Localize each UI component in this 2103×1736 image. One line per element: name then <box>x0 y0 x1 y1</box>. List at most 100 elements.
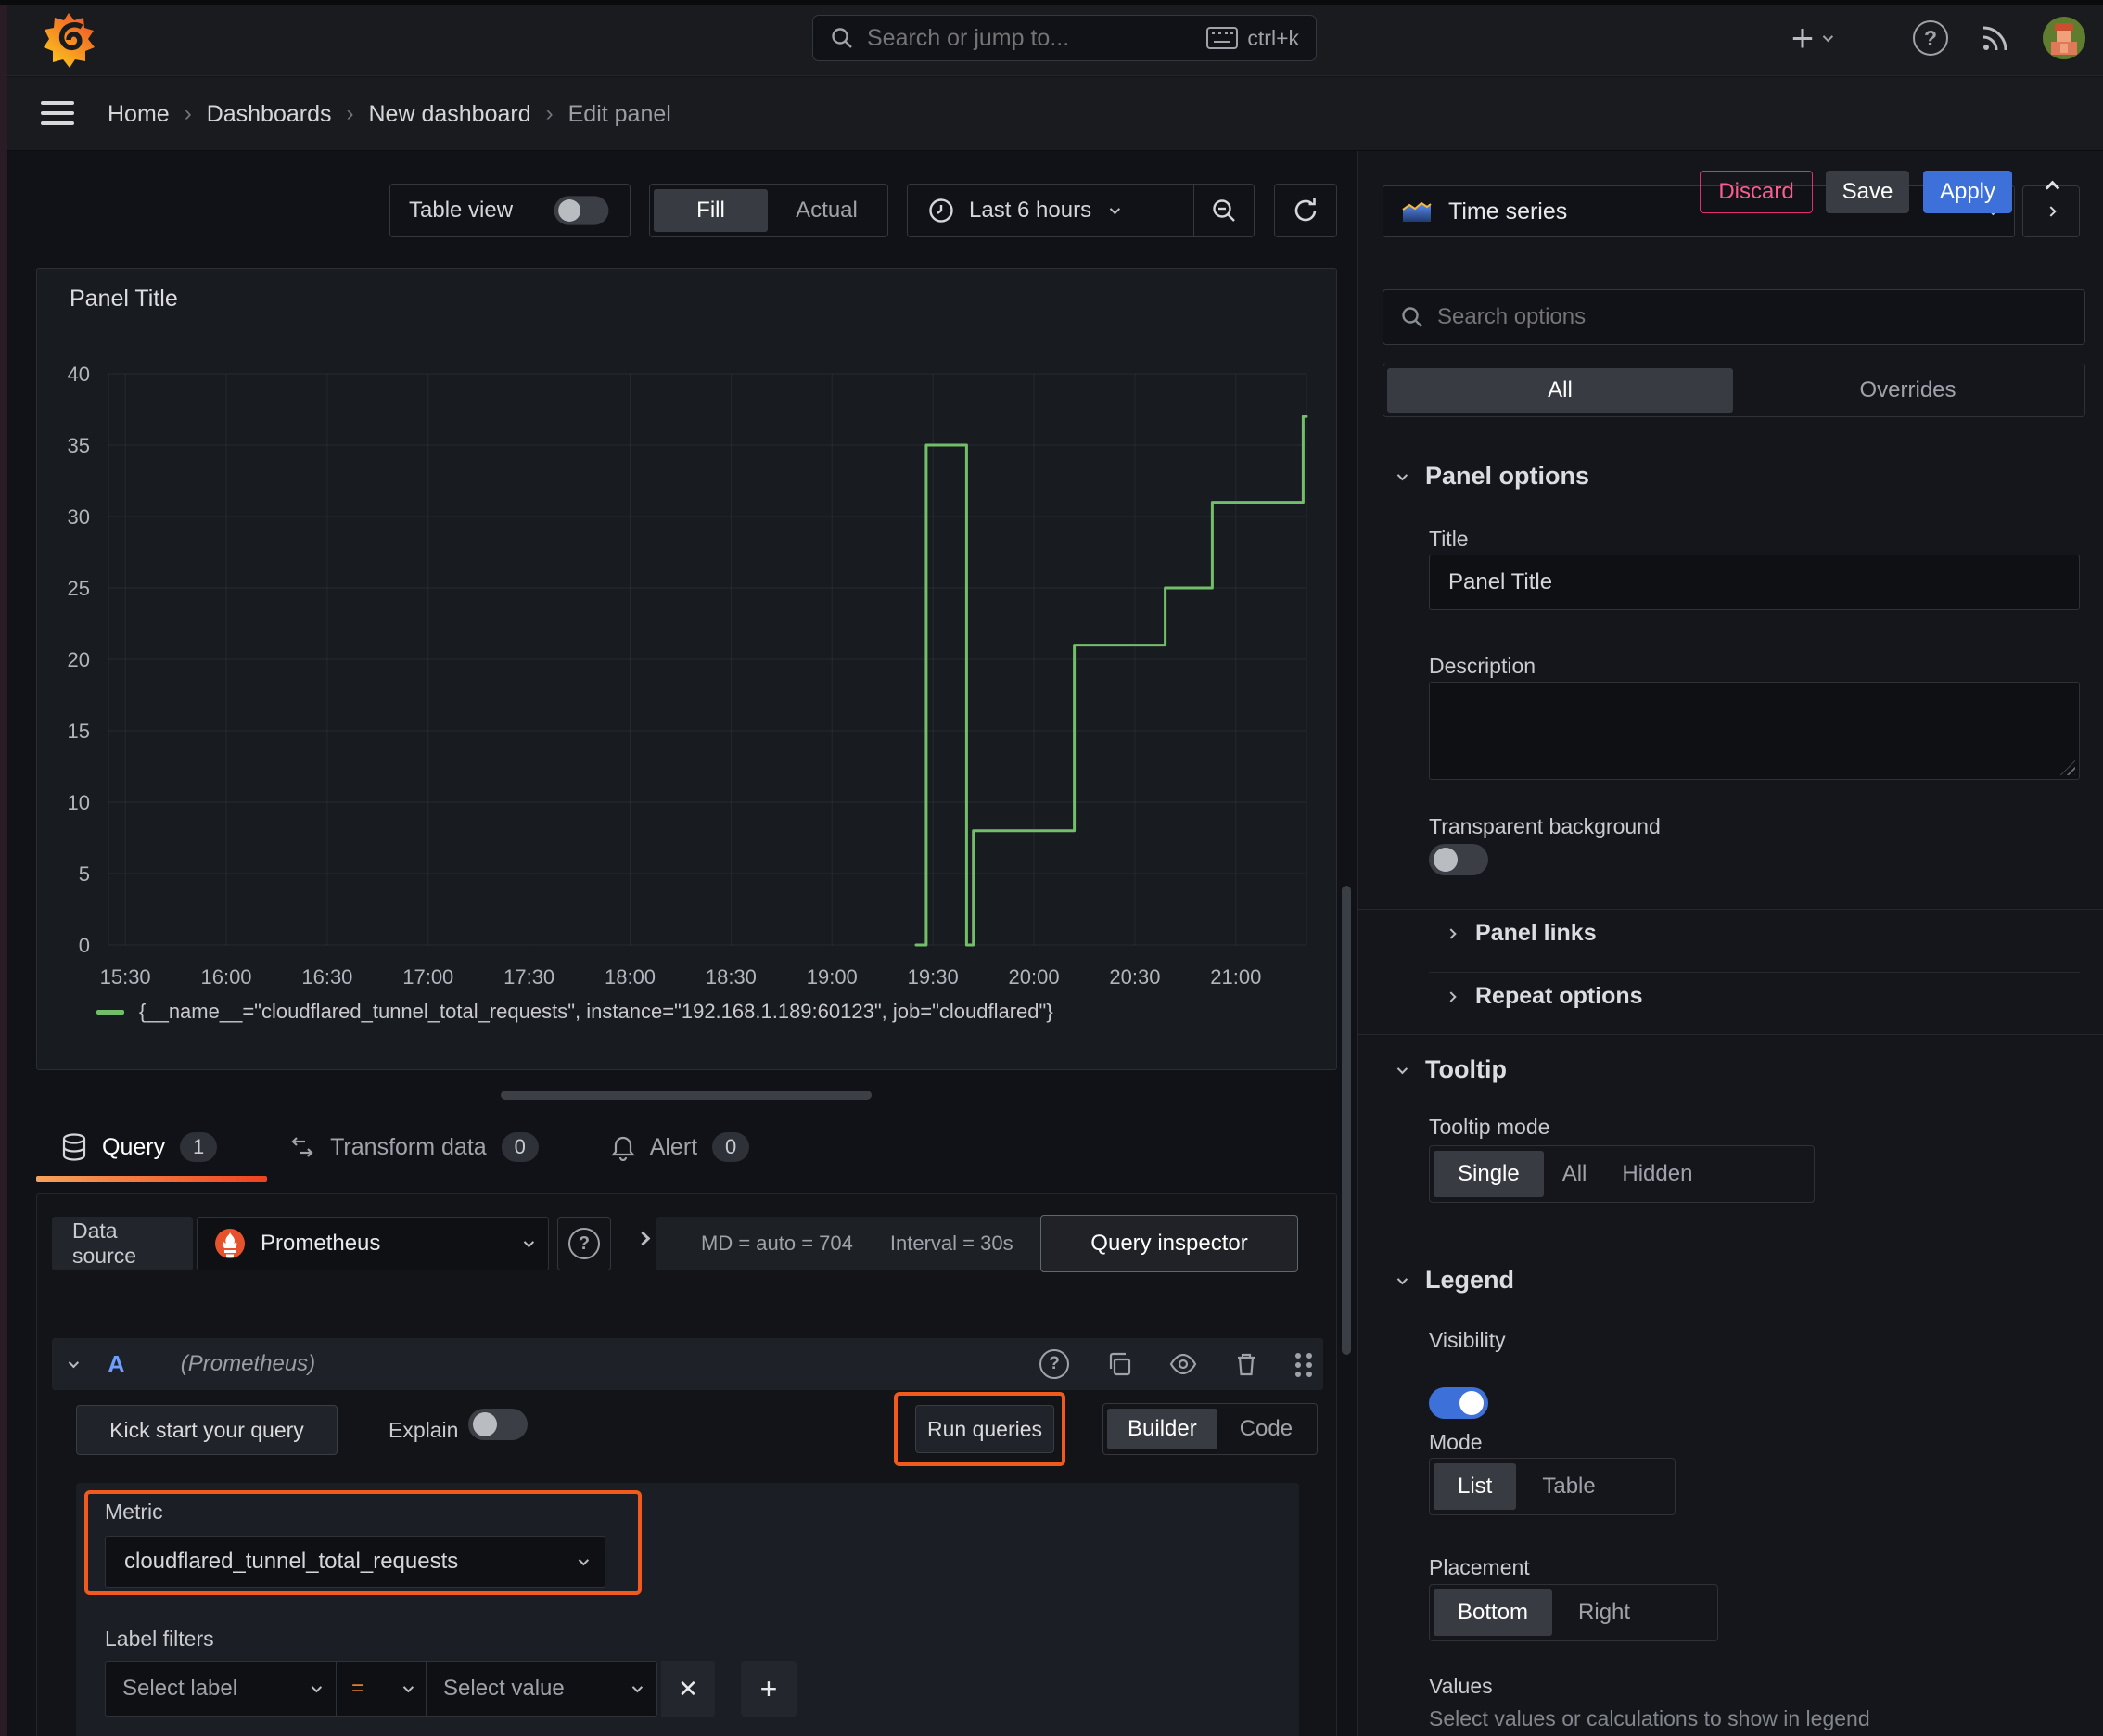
tab-transform-data[interactable]: Transform data 0 <box>289 1132 539 1162</box>
query-options-summary[interactable]: MD = auto = 704 Interval = 30s <box>656 1217 1064 1270</box>
tooltip-mode-all[interactable]: All <box>1546 1151 1604 1197</box>
chevron-down-icon <box>402 1681 414 1693</box>
global-search[interactable]: ctrl+k <box>812 15 1317 61</box>
options-search-input[interactable] <box>1437 304 2068 330</box>
tooltip-mode-single[interactable]: Single <box>1434 1151 1544 1197</box>
collapse-query-icon[interactable] <box>68 1357 80 1369</box>
time-series-chart[interactable]: 0 5 10 15 20 25 30 35 40 15:30 16:00 16:30 17:00 17:3… <box>37 269 1338 992</box>
chevron-down-icon <box>1396 469 1408 480</box>
grafana-logo[interactable] <box>41 11 96 69</box>
delete-query-icon[interactable] <box>1234 1351 1258 1377</box>
remove-filter-button[interactable]: ✕ <box>661 1661 715 1717</box>
svg-text:18:00: 18:00 <box>605 965 656 989</box>
label-filter-row: Select label = Select value ✕ + <box>105 1661 797 1717</box>
chevron-down-icon <box>631 1681 644 1693</box>
tab-alert[interactable]: Alert 0 <box>610 1132 750 1162</box>
chevron-right-icon <box>1446 927 1457 939</box>
builder-option[interactable]: Builder <box>1107 1409 1217 1449</box>
code-option[interactable]: Code <box>1219 1409 1313 1449</box>
table-view-label: Table view <box>409 198 514 223</box>
transparent-bg-toggle[interactable] <box>1429 844 1488 875</box>
placement-bottom[interactable]: Bottom <box>1434 1589 1553 1636</box>
svg-text:19:00: 19:00 <box>807 965 858 989</box>
panel-links-header[interactable]: Panel links <box>1446 920 1597 947</box>
top-nav-bar: ctrl+k + ? <box>0 0 2103 76</box>
query-help-icon[interactable]: ? <box>1039 1349 1069 1379</box>
discard-button[interactable]: Discard <box>1700 171 1813 213</box>
add-filter-button[interactable]: + <box>741 1661 797 1717</box>
panel-options-header[interactable]: Panel options <box>1396 462 1589 491</box>
placement-right[interactable]: Right <box>1554 1589 1654 1636</box>
datasource-help-button[interactable]: ? <box>557 1217 611 1270</box>
run-queries-button[interactable]: Run queries <box>915 1405 1054 1453</box>
collapse-up-icon[interactable] <box>2045 180 2060 198</box>
help-button[interactable]: ? <box>1906 0 1955 76</box>
metric-select[interactable]: cloudflared_tunnel_total_requests <box>105 1536 605 1588</box>
query-editor: Data source Prometheus ? MD = auto = 704… <box>36 1194 1337 1736</box>
options-sidebar: Time series All Overrides Panel options … <box>1357 148 2103 1736</box>
tab-query[interactable]: Query 1 <box>61 1132 218 1162</box>
query-row-header[interactable]: A (Prometheus) ? <box>52 1338 1323 1390</box>
save-button[interactable]: Save <box>1826 171 1909 213</box>
operator-dropdown[interactable]: = <box>337 1661 426 1717</box>
breadcrumb-home[interactable]: Home <box>108 101 170 128</box>
pane-resize-handle[interactable] <box>501 1091 872 1100</box>
breadcrumb-new-dashboard[interactable]: New dashboard <box>369 101 531 128</box>
hide-query-icon[interactable] <box>1169 1354 1197 1374</box>
query-inspector-button[interactable]: Query inspector <box>1040 1215 1298 1272</box>
legend-mode-table[interactable]: Table <box>1518 1463 1619 1510</box>
select-label-dropdown[interactable]: Select label <box>105 1661 337 1717</box>
svg-text:21:00: 21:00 <box>1210 965 1261 989</box>
clock-icon <box>928 198 954 223</box>
tab-all[interactable]: All <box>1387 368 1733 413</box>
legend-header[interactable]: Legend <box>1396 1266 1514 1295</box>
options-search[interactable] <box>1383 289 2085 345</box>
legend-mode-list[interactable]: List <box>1434 1463 1517 1510</box>
panel-title: Panel Title <box>70 286 178 312</box>
fill-option[interactable]: Fill <box>654 189 768 232</box>
actual-option[interactable]: Actual <box>770 189 884 232</box>
svg-text:15: 15 <box>68 720 90 743</box>
chevron-down-icon <box>1109 203 1121 215</box>
chevron-right-icon <box>1446 990 1457 1002</box>
visibility-toggle[interactable] <box>1429 1387 1488 1419</box>
svg-text:40: 40 <box>68 363 90 386</box>
explain-toggle[interactable] <box>468 1409 528 1440</box>
news-icon[interactable] <box>1971 0 2020 76</box>
refresh-button[interactable] <box>1274 184 1337 237</box>
datasource-picker[interactable]: Prometheus <box>197 1217 549 1270</box>
time-range-picker[interactable]: Last 6 hours <box>908 185 1193 236</box>
tooltip-mode-hidden[interactable]: Hidden <box>1605 1151 1709 1197</box>
table-view-toggle[interactable] <box>554 196 609 225</box>
repeat-options-header[interactable]: Repeat options <box>1446 983 1643 1010</box>
tooltip-title: Tooltip <box>1425 1055 1507 1083</box>
add-button[interactable]: + <box>1778 0 1843 76</box>
tab-overrides[interactable]: Overrides <box>1735 368 2081 413</box>
avatar[interactable] <box>2038 0 2090 76</box>
select-value-dropdown[interactable]: Select value <box>426 1661 657 1717</box>
svg-text:15:30: 15:30 <box>100 965 151 989</box>
tooltip-header[interactable]: Tooltip <box>1396 1055 1507 1084</box>
visualization-picker[interactable]: Time series <box>1383 185 2015 237</box>
search-input[interactable] <box>867 24 1194 52</box>
panel-title-input[interactable] <box>1429 555 2080 610</box>
kickstart-button[interactable]: Kick start your query <box>76 1405 338 1455</box>
svg-text:16:30: 16:30 <box>301 965 352 989</box>
resize-corner-icon[interactable] <box>2060 760 2075 775</box>
description-textarea[interactable] <box>1429 682 2080 780</box>
chart-legend[interactable]: {__name__="cloudflared_tunnel_total_requ… <box>96 1000 1053 1024</box>
chart-panel[interactable]: Panel Title 0 5 10 15 20 25 30 35 40 15:30 16:00 16… <box>36 268 1337 1070</box>
drag-handle-icon[interactable] <box>1295 1353 1301 1359</box>
options-expand-icon[interactable] <box>635 1231 651 1248</box>
scrollbar-thumb[interactable] <box>1342 886 1351 1355</box>
legend-series-name[interactable]: {__name__="cloudflared_tunnel_total_requ… <box>139 1000 1053 1024</box>
zoom-out-button[interactable] <box>1194 185 1254 236</box>
time-range-group: Last 6 hours <box>907 184 1255 237</box>
menu-icon[interactable] <box>41 101 74 125</box>
breadcrumb-dashboards[interactable]: Dashboards <box>207 101 332 128</box>
prometheus-icon <box>214 1228 246 1259</box>
breadcrumb-separator: › <box>545 101 554 126</box>
apply-button[interactable]: Apply <box>1923 171 2012 213</box>
svg-text:30: 30 <box>68 505 90 529</box>
duplicate-icon[interactable] <box>1106 1351 1132 1377</box>
